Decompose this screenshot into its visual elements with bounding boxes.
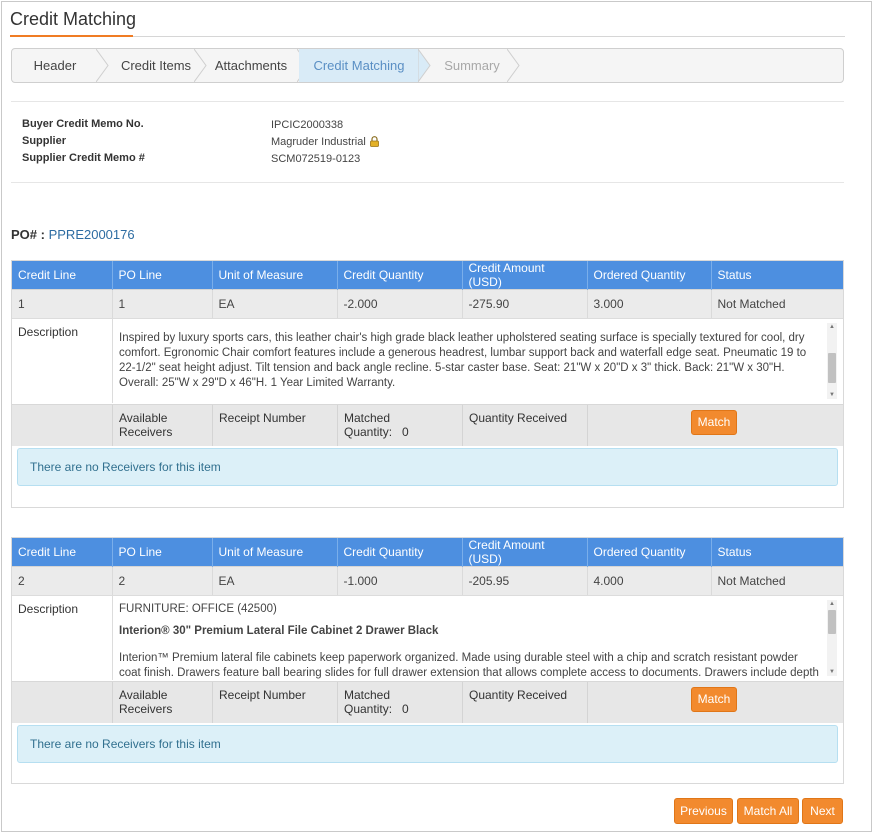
matched-quantity-cell: Matched Quantity: 0 xyxy=(337,681,462,723)
scroll-down-icon[interactable]: ▼ xyxy=(827,668,837,676)
description-label: Description xyxy=(18,324,79,339)
page-title: Credit Matching xyxy=(10,9,137,29)
buyer-memo-value: IPCIC2000338 xyxy=(271,119,344,131)
credit-line-block: Credit Line PO Line Unit of Measure Cred… xyxy=(11,260,844,508)
status-value: Not Matched xyxy=(711,566,843,595)
credit-line-value: 1 xyxy=(12,289,113,318)
receipt-number-label: Receipt Number xyxy=(212,681,337,723)
credit-line-block: Credit Line PO Line Unit of Measure Cred… xyxy=(11,537,844,784)
description-text-area[interactable]: Inspired by luxury sports cars, this lea… xyxy=(112,318,825,403)
description-row: Description FURNITURE: OFFICE (42500) In… xyxy=(12,594,843,681)
po-number-link[interactable]: PPRE2000176 xyxy=(49,227,135,242)
divider xyxy=(11,101,844,102)
description-text: Inspired by luxury sports cars, this lea… xyxy=(119,331,807,389)
receivers-header-row: Available Receivers Receipt Number Match… xyxy=(12,680,843,723)
matched-quantity-label: Matched Quantity: xyxy=(344,410,393,439)
supplier-label: Supplier xyxy=(22,135,67,147)
col-unit-of-measure: Unit of Measure xyxy=(212,261,338,290)
scroll-up-icon[interactable]: ▲ xyxy=(827,600,837,608)
title-divider xyxy=(10,36,845,37)
description-scrollbar[interactable]: ▲ ▼ xyxy=(827,599,837,676)
scroll-up-icon[interactable]: ▲ xyxy=(827,323,837,331)
step-header[interactable]: Header xyxy=(12,49,98,82)
description-text-area[interactable]: FURNITURE: OFFICE (42500) Interion® 30" … xyxy=(112,595,825,680)
scroll-thumb[interactable] xyxy=(828,609,836,634)
matched-quantity-label: Matched Quantity: xyxy=(344,687,393,716)
col-ordered-quantity: Ordered Quantity xyxy=(587,261,712,290)
wizard-steps: Header Credit Items Attachments Credit M… xyxy=(11,48,844,83)
col-status: Status xyxy=(711,261,843,290)
step-credit-matching[interactable]: Credit Matching xyxy=(299,49,419,82)
col-credit-amount: Credit Amount (USD) xyxy=(462,261,588,290)
description-product-name: Interion® 30" Premium Lateral File Cabin… xyxy=(119,624,439,637)
col-ordered-quantity: Ordered Quantity xyxy=(587,538,712,567)
next-button[interactable]: Next xyxy=(802,798,843,824)
ordered-quantity-value: 4.000 xyxy=(587,566,712,595)
description-scrollbar[interactable]: ▲ ▼ xyxy=(827,322,837,399)
matched-quantity-value: 0 xyxy=(402,424,409,439)
description-label: Description xyxy=(18,601,79,616)
uom-value: EA xyxy=(212,289,338,318)
credit-quantity-value: -2.000 xyxy=(337,289,463,318)
col-credit-quantity: Credit Quantity xyxy=(337,261,463,290)
credit-line-value: 2 xyxy=(12,566,113,595)
uom-value: EA xyxy=(212,566,338,595)
col-credit-quantity: Credit Quantity xyxy=(337,538,463,567)
col-po-line: PO Line xyxy=(112,261,213,290)
credit-amount-value: -275.90 xyxy=(462,289,588,318)
matched-quantity-cell: Matched Quantity: 0 xyxy=(337,404,462,446)
supplier-memo-label: Supplier Credit Memo # xyxy=(22,152,145,164)
po-line-value: 1 xyxy=(112,289,213,318)
col-credit-line: Credit Line xyxy=(12,538,113,567)
credit-line-table: Credit Line PO Line Unit of Measure Cred… xyxy=(12,538,843,595)
credit-quantity-value: -1.000 xyxy=(337,566,463,595)
col-unit-of-measure: Unit of Measure xyxy=(212,538,338,567)
col-po-line: PO Line xyxy=(112,538,213,567)
po-number-row: PO# : PPRE2000176 xyxy=(11,227,135,242)
ordered-quantity-value: 3.000 xyxy=(587,289,712,318)
credit-line-table: Credit Line PO Line Unit of Measure Cred… xyxy=(12,261,843,318)
description-row: Description Inspired by luxury sports ca… xyxy=(12,317,843,404)
po-line-value: 2 xyxy=(112,566,213,595)
receipt-number-label: Receipt Number xyxy=(212,404,337,446)
receivers-header-row: Available Receivers Receipt Number Match… xyxy=(12,403,843,446)
description-category: FURNITURE: OFFICE (42500) xyxy=(119,602,277,615)
step-credit-items[interactable]: Credit Items xyxy=(108,49,204,82)
title-accent-bar xyxy=(10,35,133,37)
scroll-thumb[interactable] xyxy=(828,352,836,383)
col-status: Status xyxy=(711,538,843,567)
step-active-arrow xyxy=(418,49,431,82)
divider xyxy=(11,182,844,183)
scroll-down-icon[interactable]: ▼ xyxy=(827,391,837,399)
quantity-received-label: Quantity Received xyxy=(462,404,587,446)
supplier-value: Magruder Industrial xyxy=(271,136,366,148)
credit-amount-value: -205.95 xyxy=(462,566,588,595)
available-receivers-label: Available Receivers xyxy=(112,404,212,446)
supplier-value-wrap: Magruder Industrial xyxy=(271,136,379,148)
match-button[interactable]: Match xyxy=(691,686,737,712)
table-row: 1 1 EA -2.000 -275.90 3.000 Not Matched xyxy=(12,289,843,318)
matched-quantity-value: 0 xyxy=(402,701,409,716)
match-button[interactable]: Match xyxy=(691,409,737,435)
match-all-button[interactable]: Match All xyxy=(737,798,799,824)
quantity-received-label: Quantity Received xyxy=(462,681,587,723)
po-label: PO# : xyxy=(11,227,45,242)
description-text: Interion™ Premium lateral file cabinets … xyxy=(119,651,819,679)
step-attachments[interactable]: Attachments xyxy=(206,49,296,82)
previous-button[interactable]: Previous xyxy=(674,798,733,824)
step-separator xyxy=(507,49,520,82)
status-value: Not Matched xyxy=(711,289,843,318)
table-row: 2 2 EA -1.000 -205.95 4.000 Not Matched xyxy=(12,566,843,595)
available-receivers-label: Available Receivers xyxy=(112,681,212,723)
col-credit-line: Credit Line xyxy=(12,261,113,290)
buyer-memo-label: Buyer Credit Memo No. xyxy=(22,118,144,130)
no-receivers-message: There are no Receivers for this item xyxy=(17,725,838,763)
step-summary[interactable]: Summary xyxy=(432,49,512,82)
no-receivers-message: There are no Receivers for this item xyxy=(17,448,838,486)
col-credit-amount: Credit Amount (USD) xyxy=(462,538,588,567)
lock-icon[interactable] xyxy=(369,136,379,147)
supplier-memo-value: SCM072519-0123 xyxy=(271,153,361,165)
